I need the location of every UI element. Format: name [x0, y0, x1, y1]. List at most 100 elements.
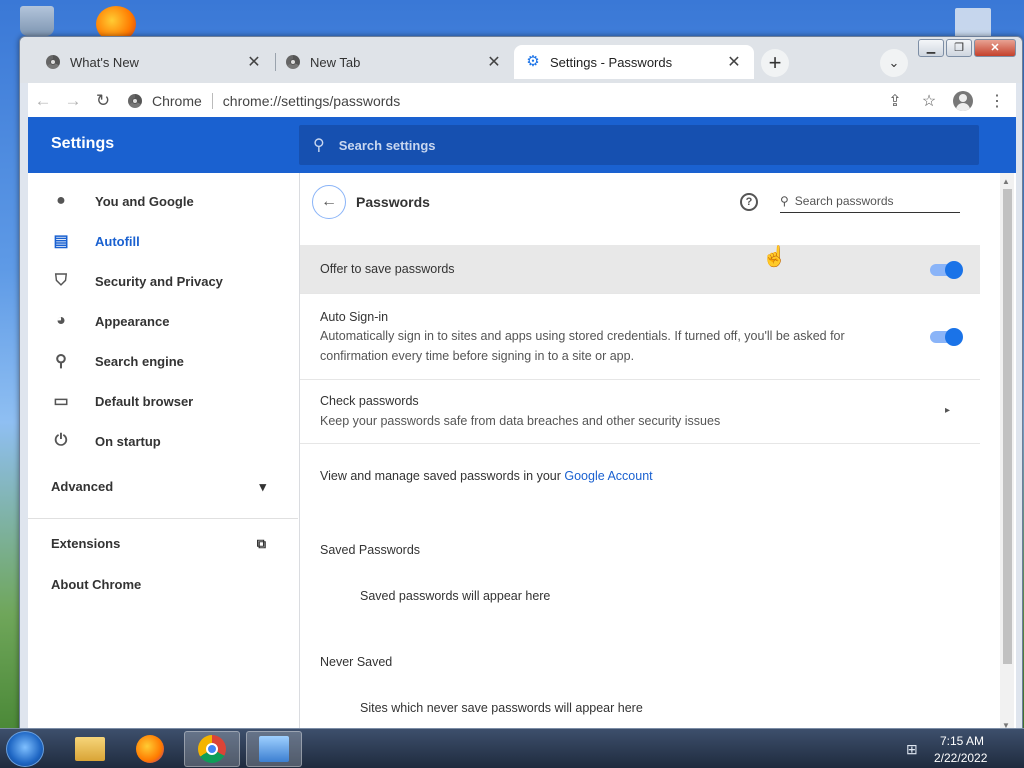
- minimize-button[interactable]: ▁: [918, 39, 944, 57]
- offer-to-save-row[interactable]: Offer to save passwords: [300, 245, 980, 294]
- profile-button[interactable]: [950, 88, 976, 114]
- saved-passwords-heading: Saved Passwords: [320, 543, 421, 557]
- browser-icon: ▭: [53, 393, 69, 410]
- settings-sidebar: ● You and Google ▤ Autofill ⛉ Security a…: [28, 173, 298, 732]
- desktop-file-icon[interactable]: [955, 8, 991, 38]
- tab-whats-new[interactable]: What's New ✕: [34, 45, 274, 79]
- bookmark-star-icon[interactable]: ☆: [916, 88, 942, 114]
- forward-button[interactable]: →: [58, 86, 88, 116]
- system-tray: ⊞ 7:15 AM 2/22/2022: [904, 729, 1024, 768]
- help-icon[interactable]: ?: [740, 193, 758, 211]
- never-saved-empty: Sites which never save passwords will ap…: [360, 701, 643, 715]
- settings-page: Settings ⚲ Search settings ● You and Goo…: [28, 117, 1016, 732]
- restore-button[interactable]: ❐: [946, 39, 972, 57]
- manage-passwords-text: View and manage saved passwords in your …: [320, 469, 653, 483]
- tab-title: What's New: [70, 54, 139, 70]
- sidebar-divider: [28, 518, 298, 519]
- sidebar-item-search-engine[interactable]: ⚲ Search engine: [28, 341, 298, 381]
- sidebar-item-default-browser[interactable]: ▭ Default browser: [28, 381, 298, 421]
- chrome-icon: [198, 735, 226, 763]
- chevron-down-icon: ▾: [259, 479, 266, 494]
- close-window-button[interactable]: ✕: [974, 39, 1016, 57]
- recycle-bin-icon[interactable]: [20, 6, 54, 36]
- sidebar-item-autofill[interactable]: ▤ Autofill: [28, 221, 298, 261]
- search-settings-input[interactable]: ⚲ Search settings: [299, 125, 979, 165]
- back-button[interactable]: ←: [28, 86, 58, 116]
- tab-strip: What's New ✕ New Tab ✕ ⚙ Settings - Pass…: [20, 37, 1022, 83]
- firefox-icon: [136, 735, 164, 763]
- avatar-icon: [953, 91, 973, 111]
- new-tab-button[interactable]: +: [761, 49, 789, 77]
- sidebar-item-you-and-google[interactable]: ● You and Google: [28, 181, 298, 221]
- extensions-label: Extensions: [51, 536, 121, 551]
- clipboard-icon: ▤: [53, 233, 69, 250]
- taskbar-chrome[interactable]: [184, 731, 240, 767]
- close-tab-icon[interactable]: ✕: [486, 52, 502, 72]
- auto-signin-toggle[interactable]: [930, 328, 963, 346]
- tab-new-tab[interactable]: New Tab ✕: [274, 45, 514, 79]
- search-passwords-placeholder: Search passwords: [794, 193, 894, 208]
- close-tab-icon[interactable]: ✕: [246, 52, 262, 72]
- row-title: Check passwords: [320, 394, 419, 408]
- saved-passwords-empty: Saved passwords will appear here: [360, 589, 551, 603]
- address-separator: [211, 93, 213, 109]
- sidebar-item-label: Autofill: [95, 233, 140, 249]
- address-origin: Chrome: [152, 93, 202, 109]
- gear-icon: ⚙: [526, 53, 540, 70]
- clock-time[interactable]: 7:15 AM: [940, 734, 984, 748]
- search-placeholder: Search settings: [338, 137, 436, 153]
- search-icon: ⚲: [55, 353, 67, 370]
- control-panel-icon: [259, 736, 289, 762]
- chrome-favicon-icon: [286, 55, 300, 69]
- close-tab-icon[interactable]: ✕: [726, 52, 742, 72]
- scroll-up-icon[interactable]: ▲: [1002, 177, 1010, 186]
- taskbar: ⊞ 7:15 AM 2/22/2022: [0, 728, 1024, 768]
- sidebar-item-appearance[interactable]: ◕ Appearance: [28, 301, 298, 341]
- row-description: Automatically sign in to sites and apps …: [320, 329, 845, 363]
- search-icon: ⚲: [780, 193, 789, 208]
- browser-toolbar: ← → ↻ Chrome chrome://settings/passwords…: [28, 83, 1016, 119]
- scroll-thumb[interactable]: [1003, 189, 1012, 664]
- offer-to-save-toggle[interactable]: [930, 261, 963, 279]
- row-description: Keep your passwords safe from data breac…: [320, 414, 721, 428]
- network-icon[interactable]: ⊞: [906, 741, 918, 758]
- menu-icon[interactable]: ⋮: [984, 88, 1010, 114]
- hand-cursor-icon: ☝: [762, 246, 787, 268]
- tab-search-button[interactable]: ⌄: [880, 49, 908, 77]
- clock-date[interactable]: 2/22/2022: [934, 751, 987, 765]
- taskbar-explorer[interactable]: [62, 731, 118, 767]
- sidebar-item-label: Appearance: [95, 313, 170, 329]
- taskbar-firefox[interactable]: [122, 731, 178, 767]
- person-icon: ●: [56, 192, 66, 209]
- taskbar-control-panel[interactable]: [246, 731, 302, 767]
- manage-text: View and manage saved passwords in your: [320, 469, 565, 483]
- tab-title: New Tab: [310, 54, 361, 70]
- sidebar-item-label: Search engine: [95, 353, 184, 369]
- sidebar-item-on-startup[interactable]: ⏻ On startup: [28, 421, 298, 461]
- sidebar-item-label: Security and Privacy: [95, 273, 223, 289]
- share-icon[interactable]: ⇪: [882, 88, 908, 114]
- page-title: Passwords: [356, 194, 430, 210]
- reload-button[interactable]: ↻: [88, 86, 118, 116]
- sidebar-extensions[interactable]: Extensions ⧉: [51, 536, 266, 552]
- check-passwords-row[interactable]: Check passwords Keep your passwords safe…: [300, 380, 980, 444]
- address-url: chrome://settings/passwords: [222, 93, 401, 109]
- address-bar[interactable]: Chrome chrome://settings/passwords: [118, 86, 882, 116]
- never-saved-heading: Never Saved: [320, 655, 393, 669]
- page-scrollbar[interactable]: ▲ ▼: [1000, 173, 1014, 732]
- sidebar-about-chrome[interactable]: About Chrome: [51, 577, 141, 592]
- row-title: Auto Sign-in: [320, 310, 389, 324]
- sidebar-item-security-and-privacy[interactable]: ⛉ Security and Privacy: [28, 261, 298, 301]
- search-icon: ⚲: [313, 137, 325, 154]
- google-account-link[interactable]: Google Account: [564, 469, 652, 483]
- advanced-label: Advanced: [51, 479, 114, 494]
- tab-settings-passwords[interactable]: ⚙ Settings - Passwords ✕: [514, 45, 754, 79]
- back-arrow-icon[interactable]: ←: [312, 185, 346, 219]
- start-button[interactable]: [6, 731, 44, 767]
- sidebar-advanced[interactable]: Advanced ▾: [51, 479, 266, 495]
- row-title: Offer to save passwords: [320, 262, 455, 276]
- chrome-window: What's New ✕ New Tab ✕ ⚙ Settings - Pass…: [19, 36, 1023, 736]
- search-passwords-input[interactable]: ⚲ Search passwords: [780, 189, 960, 213]
- tab-title: Settings - Passwords: [550, 54, 673, 70]
- auto-signin-row: Auto Sign-in Automatically sign in to si…: [300, 294, 980, 380]
